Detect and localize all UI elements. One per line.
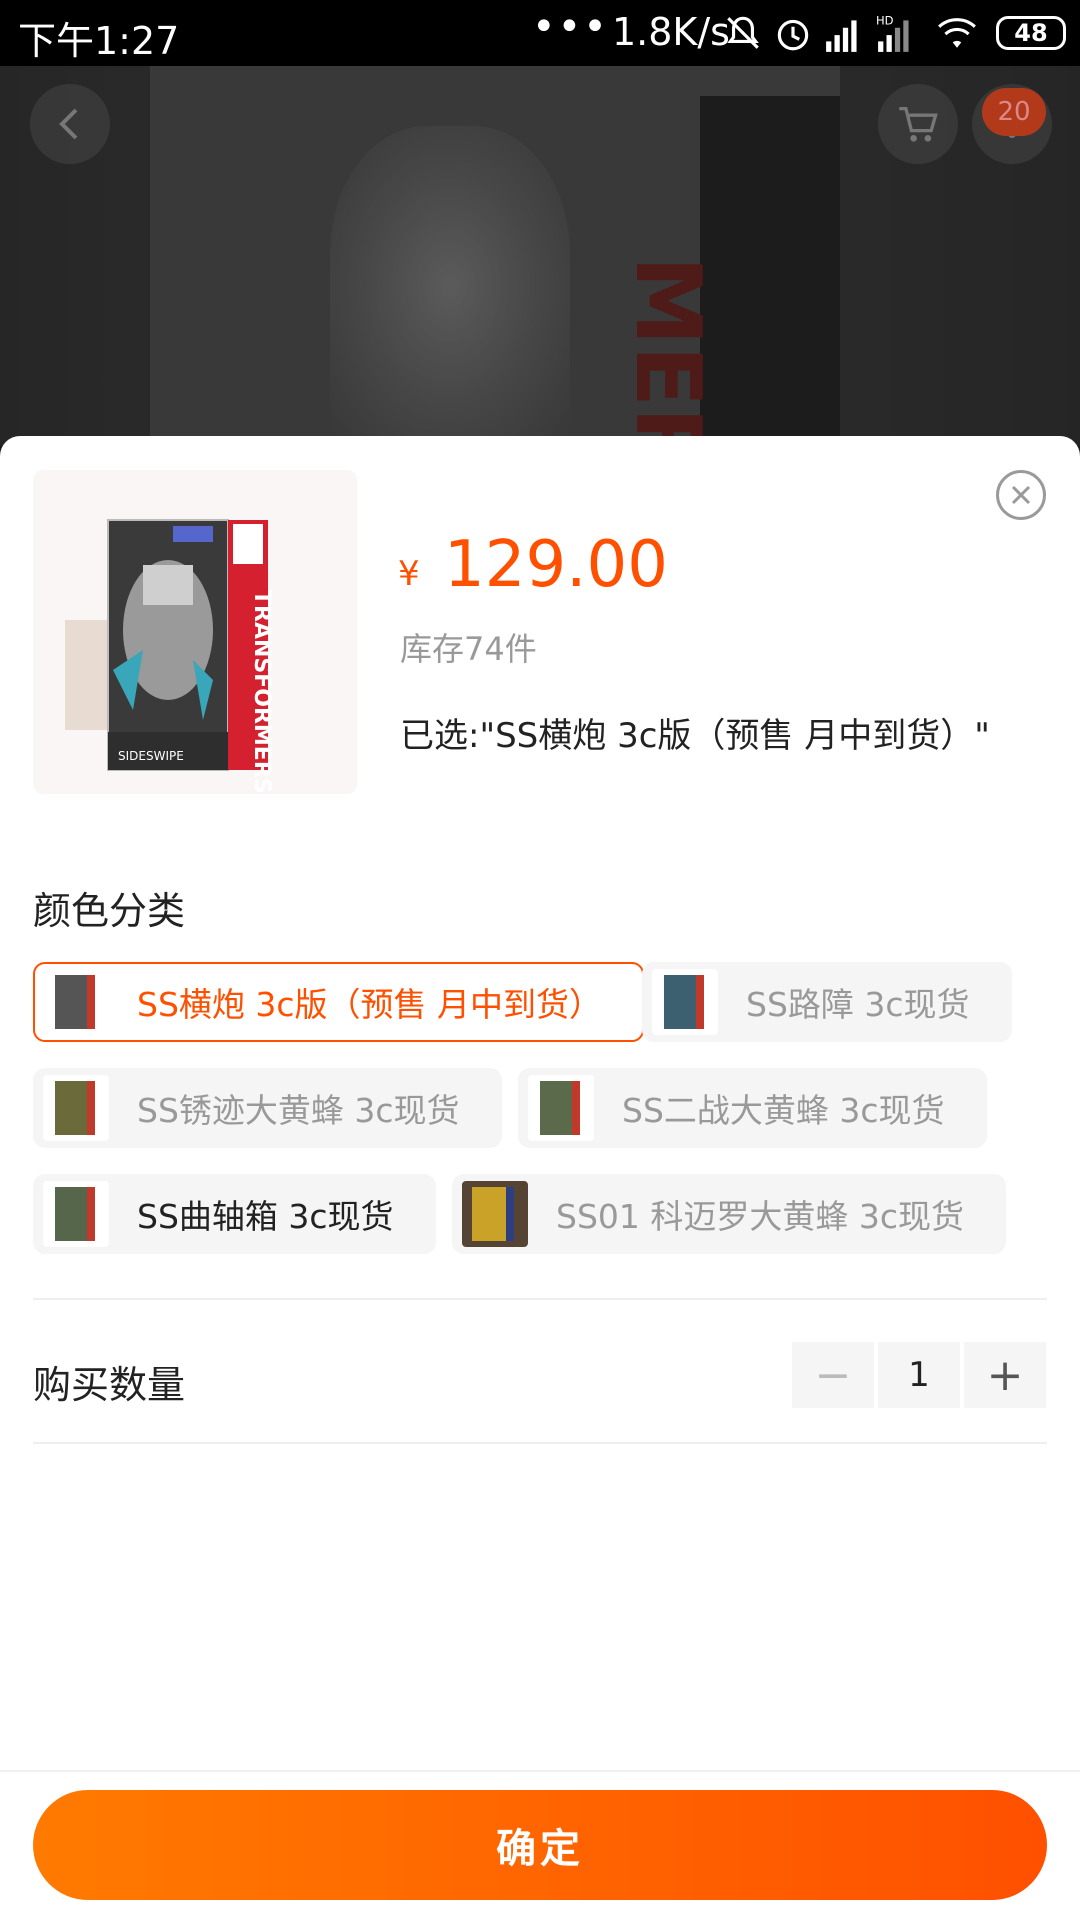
cart-count-badge: 20 [982, 88, 1046, 136]
status-bar: 下午1:27 ••• 1.8K/s HD 48 [0, 0, 1080, 66]
product-package-image: TRANSFORMERS SIDESWIPE [33, 470, 357, 794]
mute-bell-icon [727, 16, 759, 49]
variant-option[interactable]: SS路障 3c现货 [642, 962, 1012, 1042]
footer-divider [0, 1770, 1080, 1772]
variant-label: SS曲轴箱 3c现货 [137, 1197, 394, 1236]
variant-option[interactable]: SS二战大黄蜂 3c现货 [518, 1068, 987, 1148]
product-thumbnail[interactable]: TRANSFORMERS SIDESWIPE [33, 470, 357, 794]
svg-text:HD: HD [876, 14, 894, 28]
stock-count: 库存74件 [400, 630, 537, 668]
svg-text:TRANSFORMERS: TRANSFORMERS [249, 590, 274, 794]
variant-label: SS路障 3c现货 [746, 985, 970, 1024]
variant-option[interactable]: SS01 科迈罗大黄蜂 3c现货 [452, 1174, 1007, 1254]
variant-label: SS锈迹大黄蜂 3c现货 [137, 1091, 460, 1130]
quantity-title: 购买数量 [33, 1363, 186, 1407]
price-currency: ¥ [398, 554, 420, 594]
svg-text:SIDESWIPE: SIDESWIPE [118, 749, 184, 763]
variant-option[interactable]: SS横炮 3c版（预售 月中到货） [33, 962, 645, 1042]
variant-thumbnail [43, 1075, 109, 1141]
status-time: 下午1:27 [18, 19, 180, 63]
variant-thumbnail [462, 1181, 528, 1247]
section-divider [33, 1298, 1047, 1300]
network-speed: 1.8K/s [612, 10, 730, 54]
signal-icon [826, 20, 857, 52]
sku-selector-sheet: TRANSFORMERS SIDESWIPE ¥ 129.00 库存74件 已选… [0, 436, 1080, 1920]
variant-thumbnail [528, 1075, 594, 1141]
confirm-button[interactable]: 确定 [33, 1790, 1047, 1900]
back-button[interactable] [30, 84, 110, 164]
notification-dots: ••• [532, 4, 609, 50]
variant-thumbnail [652, 969, 718, 1035]
variant-label: SS二战大黄蜂 3c现货 [622, 1091, 945, 1130]
variant-thumbnail [43, 1181, 109, 1247]
variant-label: SS01 科迈罗大黄蜂 3c现货 [556, 1197, 965, 1236]
alarm-icon [777, 19, 809, 51]
battery-icon: 48 [996, 16, 1066, 50]
color-section-title: 颜色分类 [33, 889, 186, 933]
close-icon [1011, 485, 1031, 505]
price-value: 129.00 [444, 528, 668, 602]
close-button[interactable] [996, 470, 1046, 520]
selected-variant-text: 已选:"SS横炮 3c版（预售 月中到货）" [400, 716, 990, 756]
variant-label: SS横炮 3c版（预售 月中到货） [137, 985, 603, 1024]
hd-signal-icon: HD [876, 14, 909, 52]
variant-option[interactable]: SS曲轴箱 3c现货 [33, 1174, 436, 1254]
increment-button[interactable]: + [964, 1342, 1046, 1408]
section-divider [33, 1442, 1047, 1444]
battery-level: 48 [1014, 19, 1048, 47]
chevron-left-icon [59, 108, 78, 140]
variant-option[interactable]: SS锈迹大黄蜂 3c现货 [33, 1068, 502, 1148]
wifi-icon [938, 18, 976, 48]
variant-thumbnail [43, 969, 109, 1035]
cart-button[interactable] [878, 84, 958, 164]
quantity-stepper: − 1 + [792, 1342, 1046, 1408]
cart-icon [899, 106, 938, 142]
decrement-button[interactable]: − [792, 1342, 874, 1408]
quantity-value[interactable]: 1 [878, 1342, 960, 1408]
